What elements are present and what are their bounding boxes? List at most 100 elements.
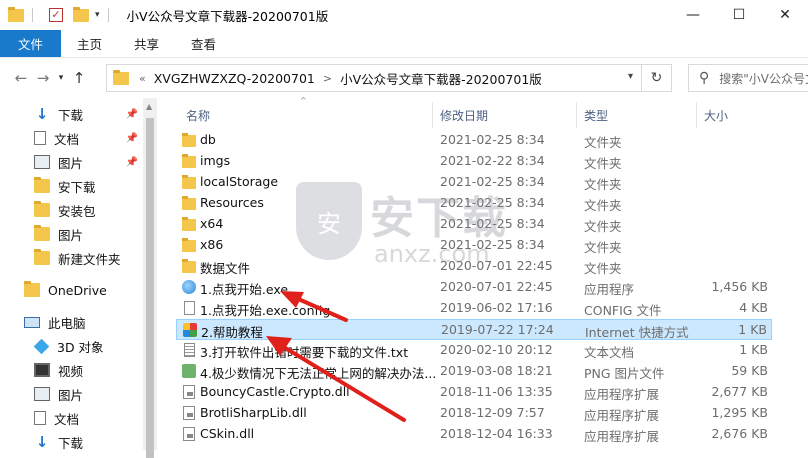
recent-locations-chevron-icon[interactable]: ▾: [54, 73, 68, 83]
pin-icon[interactable]: 📌: [126, 157, 138, 168]
new-folder-icon[interactable]: [73, 6, 89, 22]
folder-icon: [34, 201, 50, 217]
nav-item-pictures[interactable]: 图片: [34, 382, 142, 406]
properties-icon[interactable]: ✓: [49, 8, 63, 22]
breadcrumb-item-current[interactable]: 小V公众号文章下载器-20200701版: [340, 69, 542, 88]
shield-icon: 安: [296, 182, 362, 260]
file-date: 2021-02-22 8:34: [440, 153, 545, 168]
nav-item-label: 下载: [58, 107, 84, 123]
watermark: 安 安下载 anxz.com: [296, 178, 556, 278]
file-date: 2019-07-22 17:24: [441, 322, 554, 337]
file-row[interactable]: CSkin.dll 2018-12-04 16:33 应用程序扩展 2,676 …: [176, 424, 772, 445]
file-row[interactable]: 1.点我开始.exe 2020-07-01 22:45 应用程序 1,456 K…: [176, 277, 772, 298]
column-size-header[interactable]: 大小: [704, 107, 728, 124]
document-icon: [34, 411, 46, 425]
config-file-icon: [184, 301, 195, 315]
breadcrumb-overflow[interactable]: «: [139, 72, 146, 85]
scrollbar-thumb[interactable]: [146, 118, 154, 458]
file-name: 数据文件: [200, 261, 251, 276]
file-row[interactable]: imgs 2021-02-22 8:34 文件夹: [176, 151, 772, 172]
file-name: x86: [200, 237, 224, 252]
tab-view[interactable]: 查看: [175, 30, 232, 57]
picture-icon: [34, 155, 50, 169]
close-button[interactable]: ✕: [762, 0, 808, 30]
nav-item-folder[interactable]: 安装包: [34, 198, 142, 222]
pin-icon[interactable]: 📌: [126, 133, 138, 144]
title-bar: ✓ ▾ 小V公众号文章下载器-20200701版 — ☐ ✕: [0, 0, 808, 30]
divider: [32, 8, 33, 22]
nav-item-label: 图片: [58, 155, 84, 171]
breadcrumb-item[interactable]: XVGZHWZXZQ-20200701: [154, 71, 315, 86]
address-bar[interactable]: « XVGZHWZXZQ-20200701 > 小V公众号文章下载器-20200…: [106, 64, 642, 92]
maximize-button[interactable]: ☐: [716, 0, 762, 30]
dll-file-icon: [183, 406, 195, 420]
nav-item-videos[interactable]: 视频: [34, 358, 142, 382]
computer-icon: [24, 316, 40, 328]
chevron-down-icon[interactable]: ▾: [628, 71, 633, 82]
file-size: 4 KB: [739, 300, 768, 315]
chevron-right-icon[interactable]: >: [323, 72, 332, 85]
file-name: localStorage: [200, 174, 279, 189]
tab-share[interactable]: 共享: [118, 30, 175, 57]
column-name-header[interactable]: 名称: [186, 107, 210, 124]
file-row[interactable]: db 2021-02-25 8:34 文件夹: [176, 130, 772, 151]
navigation-bar: ← → ▾ ↑ « XVGZHWZXZQ-20200701 > 小V公众号文章下…: [0, 58, 808, 98]
up-arrow-icon[interactable]: ↑: [68, 69, 90, 87]
nav-item-folder[interactable]: 新建文件夹: [34, 246, 142, 270]
search-input[interactable]: ⚲ 搜索"小V公众号文...: [688, 64, 808, 92]
nav-item-folder[interactable]: 图片: [34, 222, 142, 246]
file-date: 2018-11-06 13:35: [440, 384, 553, 399]
column-divider[interactable]: [576, 102, 577, 128]
folder-icon: [182, 196, 196, 210]
file-date: 2021-02-25 8:34: [440, 132, 545, 147]
file-name: 3.打开软件出错时需要下载的文件.txt: [200, 345, 409, 360]
file-size: 59 KB: [731, 363, 768, 378]
file-row[interactable]: 1.点我开始.exe.config 2019-06-02 17:16 CONFI…: [176, 298, 772, 319]
nav-item-downloads[interactable]: ↓ 下载 📌: [34, 102, 142, 126]
folder-icon: [34, 177, 50, 193]
file-type: 文件夹: [584, 240, 622, 255]
folder-icon: [182, 238, 196, 252]
file-row-selected[interactable]: 2.帮助教程 2019-07-22 17:24 Internet 快捷方式 1 …: [176, 319, 772, 340]
nav-item-this-pc[interactable]: 此电脑: [24, 310, 142, 334]
nav-item-folder[interactable]: 安下载: [34, 174, 142, 198]
folder-icon: [182, 259, 196, 273]
file-row[interactable]: 4.极少数情况下无法正常上网的解决办法... 2019-03-08 18:21 …: [176, 361, 772, 382]
nav-item-3d-objects[interactable]: 3D 对象: [33, 334, 142, 358]
back-arrow-icon[interactable]: ←: [10, 69, 32, 87]
picture-icon: [34, 387, 50, 401]
folder-icon: [34, 225, 50, 241]
folder-icon: [8, 6, 24, 22]
file-row[interactable]: BouncyCastle.Crypto.dll 2018-11-06 13:35…: [176, 382, 772, 403]
nav-item-downloads[interactable]: ↓ 下载: [34, 430, 142, 454]
minimize-button[interactable]: —: [670, 0, 716, 30]
divider: [107, 8, 109, 22]
file-type: CONFIG 文件: [584, 303, 662, 318]
file-type: 应用程序: [584, 282, 635, 297]
pin-icon[interactable]: 📌: [126, 109, 138, 120]
navigation-pane-scrollbar[interactable]: ▲: [143, 98, 157, 458]
column-type-header[interactable]: 类型: [584, 107, 608, 124]
nav-item-onedrive[interactable]: OneDrive: [24, 278, 142, 302]
column-date-header[interactable]: 修改日期: [440, 107, 488, 124]
refresh-button[interactable]: ↻: [642, 64, 672, 92]
file-name: 4.极少数情况下无法正常上网的解决办法...: [200, 366, 437, 381]
scroll-up-icon[interactable]: ▲: [146, 102, 152, 111]
nav-item-documents[interactable]: 文档: [34, 406, 142, 430]
search-icon: ⚲: [699, 70, 710, 86]
tab-home[interactable]: 主页: [61, 30, 118, 57]
nav-item-documents[interactable]: 文档 📌: [34, 126, 142, 150]
tab-file[interactable]: 文件: [0, 30, 62, 57]
nav-item-pictures[interactable]: 图片 📌: [34, 150, 142, 174]
customize-quick-access-button[interactable]: ▾: [95, 10, 100, 20]
file-type: 文件夹: [584, 135, 622, 150]
dll-file-icon: [183, 385, 195, 399]
document-icon: [34, 131, 46, 145]
nav-item-label: 下载: [58, 435, 84, 451]
ribbon-tabs: 文件 主页 共享 查看: [0, 30, 808, 58]
file-row[interactable]: 3.打开软件出错时需要下载的文件.txt 2020-02-10 20:12 文本…: [176, 340, 772, 361]
column-divider[interactable]: [696, 102, 697, 128]
forward-arrow-icon[interactable]: →: [32, 69, 54, 87]
file-row[interactable]: BrotliSharpLib.dll 2018-12-09 7:57 应用程序扩…: [176, 403, 772, 424]
column-divider[interactable]: [432, 102, 433, 128]
